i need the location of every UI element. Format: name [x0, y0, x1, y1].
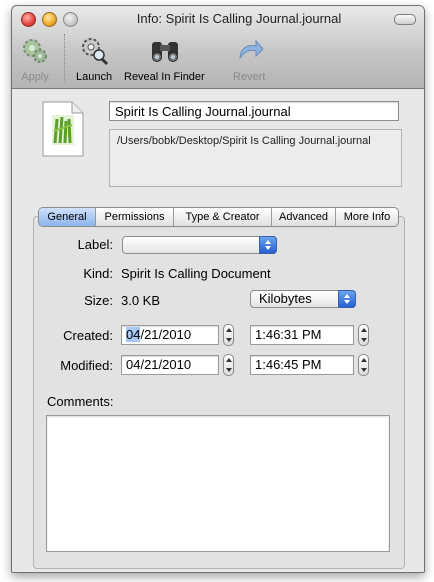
- info-tabs: General Permissions Type & Creator Advan…: [38, 207, 399, 227]
- tab-general[interactable]: General: [39, 208, 95, 226]
- file-name-field[interactable]: Spirit Is Calling Journal.journal: [109, 101, 399, 121]
- reveal-label: Reveal In Finder: [124, 71, 205, 83]
- apply-button[interactable]: Apply: [20, 36, 50, 83]
- created-label: Created:: [63, 328, 113, 343]
- comments-label: Comments:: [47, 394, 114, 409]
- size-value: 3.0 KB: [121, 293, 161, 308]
- kind-value: Spirit Is Calling Document: [121, 266, 271, 281]
- minimize-window-button[interactable]: [42, 12, 57, 27]
- tab-type-creator[interactable]: Type & Creator: [173, 208, 271, 226]
- document-icon: [42, 101, 84, 157]
- toolbar-toggle-button[interactable]: [394, 14, 416, 25]
- tab-advanced[interactable]: Advanced: [271, 208, 335, 226]
- kind-label: Kind:: [83, 266, 113, 281]
- apply-gear-icon: [20, 36, 50, 66]
- revert-label: Revert: [233, 71, 266, 83]
- binoculars-icon: [149, 36, 179, 66]
- file-path-text: /Users/bobk/Desktop/Spirit Is Calling Jo…: [109, 129, 402, 187]
- created-time-stepper[interactable]: [358, 324, 369, 346]
- info-content: Spirit Is Calling Journal.journal /Users…: [12, 89, 424, 572]
- reveal-in-finder-button[interactable]: Reveal In Finder: [124, 36, 205, 83]
- comments-textarea[interactable]: [46, 415, 390, 552]
- modified-time-field[interactable]: 1:46:45 PM: [250, 355, 354, 375]
- created-date-rest: /21/2010: [140, 327, 192, 342]
- modified-time-stepper[interactable]: [358, 354, 369, 376]
- label-label: Label:: [77, 237, 113, 252]
- launch-gear-icon: [79, 36, 109, 66]
- info-window: Info: Spirit Is Calling Journal.journal …: [11, 5, 425, 573]
- popup-arrows-icon: [338, 290, 356, 308]
- apply-label: Apply: [21, 71, 49, 83]
- zoom-window-button[interactable]: [63, 12, 78, 27]
- label-popup[interactable]: [122, 236, 277, 254]
- tab-permissions[interactable]: Permissions: [95, 208, 173, 226]
- launch-button[interactable]: Launch: [76, 36, 112, 83]
- window-title: Info: Spirit Is Calling Journal.journal: [136, 11, 342, 26]
- size-label: Size:: [84, 293, 113, 308]
- revert-button[interactable]: Revert: [233, 36, 265, 83]
- modified-date-stepper[interactable]: [223, 354, 234, 376]
- modified-date-field[interactable]: 04/21/2010: [121, 355, 219, 375]
- created-date-stepper[interactable]: [223, 324, 234, 346]
- close-window-button[interactable]: [21, 12, 36, 27]
- launch-label: Launch: [76, 71, 113, 83]
- toolbar-separator: [64, 34, 65, 82]
- modified-label: Modified:: [60, 358, 113, 373]
- created-date-field[interactable]: 04/21/2010: [121, 325, 219, 345]
- popup-arrows-icon: [259, 236, 277, 254]
- created-time-field[interactable]: 1:46:31 PM: [250, 325, 354, 345]
- revert-arrow-icon: [234, 36, 264, 66]
- tab-more-info[interactable]: More Info: [335, 208, 398, 226]
- created-month-segment[interactable]: 04: [126, 327, 141, 342]
- title-bar: Info: Spirit Is Calling Journal.journal …: [12, 6, 424, 89]
- size-unit-popup[interactable]: Kilobytes: [250, 290, 356, 308]
- size-unit-value: Kilobytes: [259, 291, 312, 306]
